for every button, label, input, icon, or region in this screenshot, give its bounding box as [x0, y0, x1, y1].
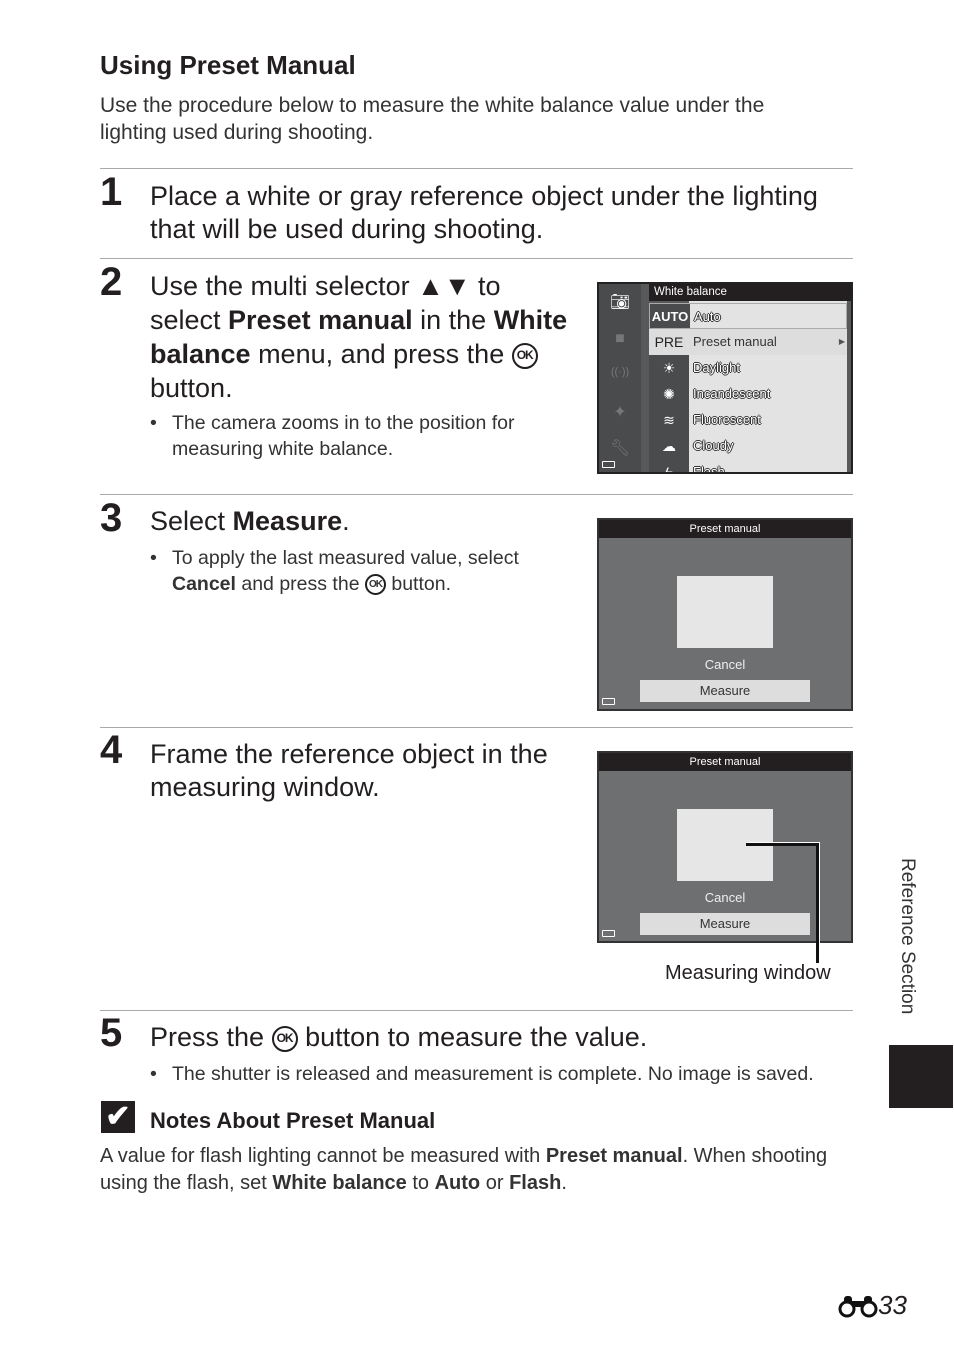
divider: [100, 258, 853, 259]
battery-icon: [602, 698, 615, 705]
text: The shutter is released and measurement …: [172, 1063, 814, 1085]
step-1-text: Place a white or gray reference object u…: [150, 181, 818, 244]
menu-sidebar: 📷︎ ■ ((·)) ✦ 🔧︎: [599, 284, 641, 472]
text: Auto: [434, 1172, 481, 1194]
menu-item-preset-manual[interactable]: PRE Preset manual ▶: [649, 329, 847, 355]
bullet: • To apply the last measured value, selec…: [150, 547, 519, 596]
text: Cancel: [172, 573, 236, 595]
battery-icon: [602, 461, 615, 468]
text: .: [561, 1172, 567, 1194]
step-5-text: Press the OK button to measure the value…: [150, 1021, 647, 1054]
text: to: [406, 1172, 435, 1194]
check-note-icon: ✔: [101, 1101, 135, 1133]
pre-icon: PRE: [649, 329, 689, 355]
divider: [100, 1010, 853, 1011]
cancel-option[interactable]: Cancel: [599, 657, 851, 672]
step-3-text: Select Measure.: [150, 505, 350, 538]
label: Fluorescent: [693, 412, 761, 427]
side-tab-marker: [889, 1045, 953, 1108]
menu-item-fluorescent[interactable]: ≋ Fluorescent: [649, 407, 847, 433]
movie-icon: ■: [615, 330, 625, 347]
menu-item-cloudy[interactable]: ☁ Cloudy: [649, 433, 847, 459]
white-balance-menu-screen: 📷︎ ■ ((·)) ✦ 🔧︎ White balance AUTO Auto P…: [597, 282, 853, 474]
menu-item-daylight[interactable]: ☀ Daylight: [649, 355, 847, 381]
satellite-icon: ✦: [613, 404, 627, 421]
label: Flash: [693, 464, 725, 472]
text: button.: [150, 373, 233, 403]
text: The camera zooms in to the position for …: [172, 412, 515, 460]
text: Press the: [150, 1022, 272, 1052]
text: To apply the last measured value, select: [172, 547, 519, 569]
divider: [100, 727, 853, 728]
menu-item-auto[interactable]: AUTO Auto: [649, 303, 847, 329]
side-tab-label: Reference Section: [897, 858, 918, 1015]
wrench-icon: 🔧︎: [609, 440, 631, 457]
label: Auto: [694, 309, 721, 324]
note-title: Notes About Preset Manual: [150, 1108, 436, 1133]
page-title: Using Preset Manual: [100, 50, 356, 80]
page-number-text: 33: [878, 1290, 907, 1320]
callout-line: [746, 843, 819, 963]
auto-icon: AUTO: [650, 304, 690, 328]
label: Preset manual: [693, 334, 777, 349]
note-text: A value for flash lighting cannot be mea…: [100, 1143, 860, 1197]
label: Daylight: [693, 360, 740, 375]
divider: [100, 494, 853, 495]
bullet: • The camera zooms in to the position for…: [150, 410, 550, 462]
battery-icon: [602, 930, 615, 937]
daylight-icon: ☀: [649, 355, 689, 381]
step-2-text: Use the multi selector ▲▼ to select Pres…: [150, 269, 570, 405]
measuring-window: [677, 576, 773, 648]
text: or: [480, 1172, 510, 1194]
step-number: 4: [100, 728, 123, 772]
preset-manual-screen: Preset manual Cancel Measure: [597, 518, 853, 711]
text: in the: [412, 305, 494, 335]
text: Select: [150, 506, 233, 536]
measure-option[interactable]: Measure: [640, 680, 810, 702]
text: .: [342, 506, 350, 536]
intro-text: Use the procedure below to measure the w…: [100, 94, 765, 144]
ok-button-icon: OK: [511, 342, 538, 369]
cloudy-icon: ☁: [649, 433, 689, 459]
label: Incandescent: [693, 386, 771, 401]
text: Preset manual: [545, 1145, 683, 1167]
text: menu, and press the: [250, 339, 512, 369]
menu-item-incandescent[interactable]: ✺ Incandescent: [649, 381, 847, 407]
screen-title: Preset manual: [599, 753, 851, 771]
text: Preset manual: [228, 305, 413, 335]
text: Measure: [232, 506, 343, 536]
step-number: 2: [100, 260, 123, 304]
binoculars-icon: [838, 1296, 878, 1318]
wireless-icon: ((·)): [610, 366, 630, 378]
incandescent-icon: ✺: [649, 381, 689, 407]
step-number: 3: [100, 496, 123, 540]
page-number: 33: [838, 1292, 907, 1318]
label: Cloudy: [693, 438, 734, 453]
camera-icon: 📷︎: [609, 294, 631, 311]
step-number: 1: [100, 170, 123, 214]
text: White balance: [272, 1172, 407, 1194]
text: Flash: [509, 1172, 562, 1194]
ok-button-icon: OK: [364, 574, 386, 596]
text: button.: [385, 573, 452, 595]
menu-item-flash[interactable]: ϟ Flash: [649, 459, 847, 472]
fluorescent-icon: ≋: [649, 407, 689, 433]
step-4-text: Frame the reference object in the measur…: [150, 739, 548, 802]
text: A value for flash lighting cannot be mea…: [100, 1145, 546, 1167]
screen-title: Preset manual: [599, 520, 851, 538]
bullet: • The shutter is released and measurement…: [150, 1061, 870, 1087]
ok-button-icon: OK: [271, 1025, 298, 1052]
submenu-arrow-icon: ▶: [838, 337, 845, 346]
text: button to measure the value.: [297, 1022, 648, 1052]
text: and press the: [235, 573, 365, 595]
divider: [100, 168, 853, 169]
step-number: 5: [100, 1011, 123, 1055]
menu-title: White balance: [649, 284, 851, 301]
callout-label: Measuring window: [665, 962, 831, 984]
flash-icon: ϟ: [649, 459, 689, 472]
